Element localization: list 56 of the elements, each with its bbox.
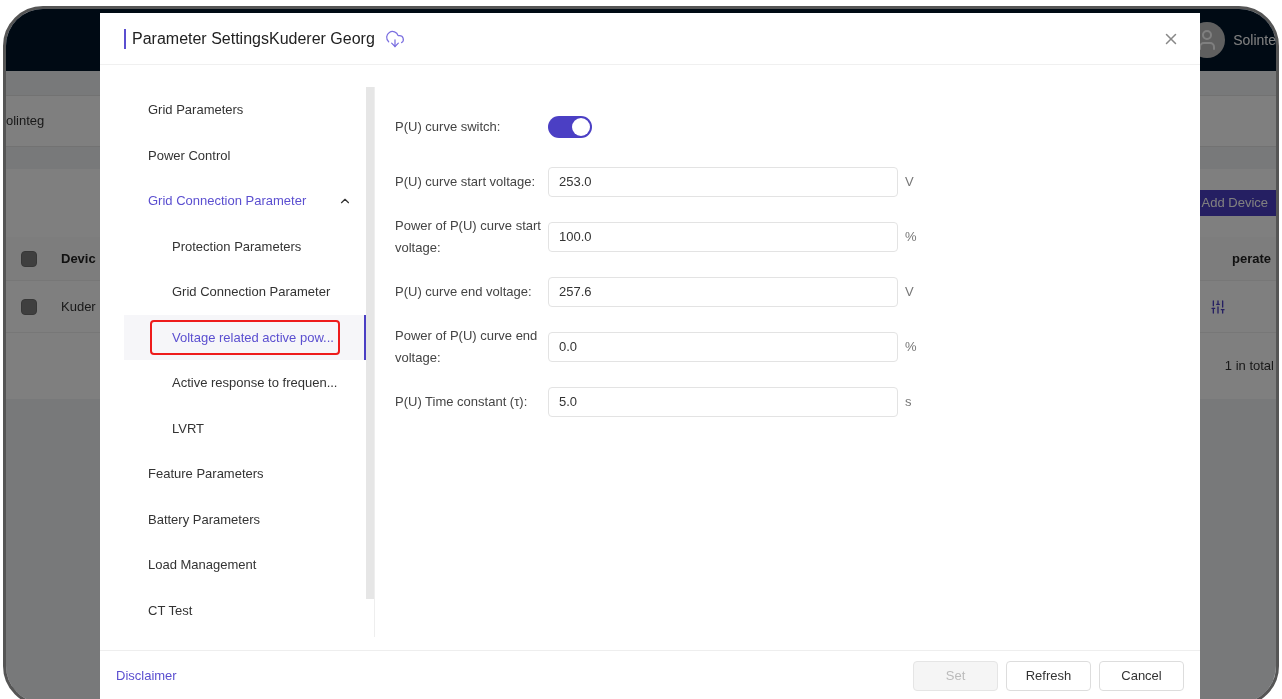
total-count: 1 in total [1224, 357, 1274, 376]
sliders-icon[interactable] [1210, 298, 1226, 315]
nav-label: Load Management [148, 556, 257, 574]
nav-item[interactable]: CT Test [124, 587, 366, 633]
nav-item[interactable]: Grid Connection Parameter [124, 269, 366, 315]
nav-item[interactable]: Feature Parameters [124, 451, 366, 497]
field-label: P(U) curve switch: [395, 117, 502, 136]
tab[interactable]: olinteg [6, 111, 45, 131]
nav-item[interactable]: Battery Parameters [124, 496, 366, 542]
checkbox[interactable] [21, 298, 37, 315]
checkbox[interactable] [21, 250, 37, 267]
scrollbar[interactable] [366, 87, 374, 599]
unit-label: % [905, 337, 917, 356]
input-field[interactable]: 100.0 [548, 221, 898, 252]
column-header: Devic [61, 249, 96, 268]
nav-item[interactable]: Protection Parameters [124, 223, 366, 269]
nav-label: Feature Parameters [148, 465, 264, 483]
input-field[interactable]: 257.6 [548, 276, 898, 307]
footer-button[interactable]: Refresh [1006, 660, 1091, 691]
footer-button[interactable]: Cancel [1099, 660, 1184, 691]
field-label: Power of P(U) curve end voltage: [395, 326, 539, 367]
nav-item[interactable]: Voltage related active pow... [124, 314, 366, 360]
nav-label: Protection Parameters [172, 237, 302, 256]
cloud-download-icon[interactable] [384, 28, 405, 49]
table-cell-text: Kuder [61, 297, 96, 316]
field-label: P(U) curve end voltage: [395, 282, 533, 301]
toggle-switch[interactable] [548, 115, 592, 138]
nav-item[interactable]: Power Control [124, 132, 366, 178]
unit-label: V [905, 172, 914, 191]
disclaimer-link[interactable]: Disclaimer [116, 665, 177, 686]
unit-label: % [905, 227, 917, 246]
field-label: P(U) Time constant (τ): [395, 392, 529, 411]
input-field[interactable]: 5.0 [548, 386, 898, 417]
nav-label: Grid Parameters [148, 101, 244, 119]
field-label: P(U) curve start voltage: [395, 172, 537, 191]
field-label: Power of P(U) curve start voltage: [395, 216, 542, 257]
nav-label: Grid Connection Parameter [148, 192, 307, 210]
input-field[interactable]: 253.0 [548, 166, 898, 197]
unit-label: V [905, 282, 914, 301]
nav-item[interactable]: LVRT [124, 405, 366, 451]
dialog-title: Parameter SettingsKuderer Georg [132, 28, 375, 49]
nav-label: Voltage related active pow... [172, 328, 334, 347]
nav-item[interactable]: Load Management [124, 542, 366, 588]
nav-item[interactable]: Grid Connection Parameter [124, 178, 366, 224]
column-header: perate [1231, 249, 1271, 268]
user-name[interactable]: Solinte [1233, 29, 1276, 51]
nav-item[interactable]: Active response to frequen... [124, 360, 366, 406]
nav-item[interactable]: Grid Parameters [124, 87, 366, 133]
nav-label: Grid Connection Parameter [172, 283, 331, 301]
unit-label: s [905, 392, 912, 411]
nav-label: LVRT [172, 419, 205, 438]
nav-label: CT Test [148, 601, 193, 620]
nav-label: Power Control [148, 146, 231, 165]
nav-label: Active response to frequen... [172, 374, 338, 392]
input-field[interactable]: 0.0 [548, 331, 898, 362]
nav-label: Battery Parameters [148, 510, 260, 529]
